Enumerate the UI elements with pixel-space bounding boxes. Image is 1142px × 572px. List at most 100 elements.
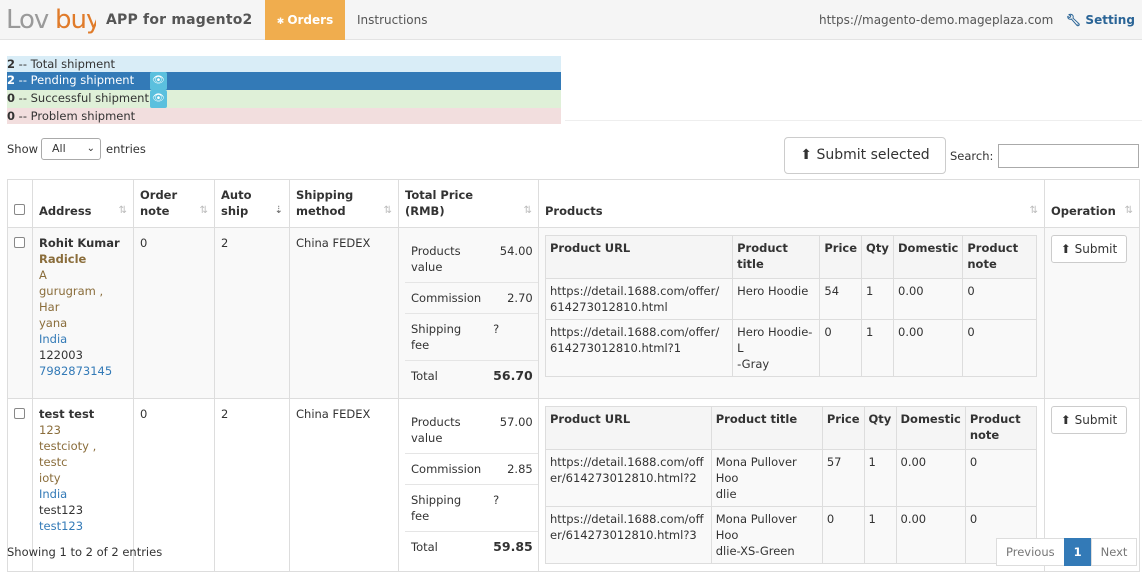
product-url[interactable]: https://detail.1688.com/offer/6142730128… [544, 319, 734, 377]
country: India [39, 332, 68, 346]
sort-desc-icon: ⇣ [274, 205, 283, 216]
sort-icon: ⇅ [1029, 205, 1038, 216]
city-region: gurugram , Har [39, 284, 104, 314]
submit-selected-button[interactable]: ⬆︎ Submit selected [784, 137, 946, 174]
previous-page-button[interactable]: Previous [996, 538, 1065, 566]
products-value-label: Products value [411, 244, 461, 274]
city-region-cont: ioty [39, 471, 61, 485]
select-all-checkbox[interactable] [14, 204, 25, 215]
total-value: 59.85 [487, 531, 539, 562]
product-note-header: Product note [964, 406, 1038, 450]
products-header-label: Products [545, 204, 603, 218]
customer-name: Rohit Kumar [39, 236, 120, 250]
product-price: 57 [821, 449, 865, 507]
upload-icon: ⬆︎ [1060, 242, 1071, 256]
row-checkbox[interactable] [14, 237, 25, 248]
order-note-cell: 0 [133, 227, 215, 399]
product-qty: 1 [861, 319, 895, 377]
row-submit-button[interactable]: ⬆︎ Submit [1051, 406, 1127, 434]
commission-value: 2.85 [487, 453, 539, 485]
setting-link[interactable]: 🔧︎ Setting [1066, 13, 1135, 27]
orders-table: Address ⇅ Order note ⇅ Auto ship ⇣ Shipping me… [7, 179, 1140, 572]
total-price-cell: Products value 54.00 Commission 2.70 Shippi… [398, 227, 539, 399]
products-value: 57.00 [499, 415, 533, 429]
order-note-header-line2: note [140, 204, 170, 218]
product-url-header: Product URL [545, 406, 712, 450]
pending-shipment-filter[interactable]: 2 -- Pending shipment 👁︎ [7, 72, 561, 90]
products-subtable: Product URL Product title Price Qty Dome… [544, 235, 1037, 377]
row-checkbox[interactable] [14, 408, 25, 419]
products-cell: Product URL Product title Price Qty Dome… [538, 398, 1045, 572]
shipping-fee-value: ? [487, 484, 539, 532]
sort-icon: ⇅ [199, 205, 208, 216]
problem-shipment-filter[interactable]: 0 -- Problem shipment [7, 108, 561, 124]
eye-icon[interactable]: 👁︎ [150, 72, 167, 90]
problem-label: -- Problem shipment [15, 109, 136, 123]
table-header-row: Address ⇅ Order note ⇅ Auto ship ⇣ Shipping me… [7, 179, 1140, 228]
address-header-label: Address [39, 204, 92, 218]
successful-shipment-filter[interactable]: 0 -- Successful shipment 👁︎ [7, 90, 561, 108]
lovbuy-logo[interactable]: Lov buy [6, 4, 96, 34]
product-title-header: Product title [710, 406, 823, 450]
auto-ship-header[interactable]: Auto ship ⇣ [214, 179, 290, 228]
domestic-header: Domestic [893, 235, 964, 279]
show-label: Show [7, 142, 39, 156]
row-submit-label: Submit [1074, 242, 1118, 256]
total-price-cell: Products value 57.00 Commission 2.85 Shippi… [398, 398, 539, 572]
upload-icon: ⬆︎ [800, 147, 813, 163]
success-label: -- Successful shipment [15, 91, 149, 105]
search-input[interactable] [998, 144, 1139, 168]
customer-name-line2: Radicle [39, 252, 87, 266]
total-shipment-filter[interactable]: 2 -- Total shipment [7, 56, 561, 72]
entries-select-value: All [52, 142, 66, 155]
products-subtable: Product URL Product title Price Qty Dome… [545, 406, 1038, 564]
product-url[interactable]: https://detail.1688.com/offer/6142730128… [545, 506, 712, 564]
auto-ship-header-line2: ship [221, 204, 249, 218]
pending-label: -- Pending shipment [15, 73, 135, 87]
product-domestic: 0.00 [893, 278, 964, 320]
row-submit-button[interactable]: ⬆︎ Submit [1051, 235, 1127, 263]
svg-text:Lov: Lov [6, 5, 49, 34]
product-title: Hero Hoodie-L -Gray [732, 319, 821, 377]
product-url[interactable]: https://detail.1688.com/offer/6142730128… [544, 278, 734, 320]
nav-instructions-tab[interactable]: Instructions [357, 13, 427, 27]
product-url[interactable]: https://detail.1688.com/offer/6142730128… [545, 449, 712, 507]
products-value: 54.00 [499, 244, 533, 258]
product-title-header: Product title [732, 235, 821, 279]
operation-header[interactable]: Operation ⇅ [1044, 179, 1140, 228]
total-count: 2 [7, 57, 16, 71]
nav-orders-tab[interactable]: ✱ Orders [265, 0, 345, 40]
search-label: Search: [950, 149, 994, 163]
zip-code: 122003 [39, 348, 83, 362]
row-submit-label: Submit [1074, 413, 1118, 427]
total-price-header[interactable]: Total Price (RMB) ⇅ [398, 179, 539, 228]
entries-select[interactable]: All ⌄ [41, 138, 101, 160]
sort-icon: ⇅ [383, 205, 392, 216]
shipping-header-line2: method [296, 204, 346, 218]
address-cell: Rohit Kumar Radicle A gurugram , Har yan… [32, 227, 134, 399]
shipping-method-header[interactable]: Shipping method ⇅ [289, 179, 399, 228]
product-qty: 1 [861, 278, 895, 320]
total-header-line2: (RMB) [405, 204, 445, 218]
products-value-label: Products value [411, 415, 461, 445]
next-page-button[interactable]: Next [1090, 538, 1138, 566]
site-url-link[interactable]: https://magento-demo.mageplaza.com [819, 13, 1053, 27]
product-domestic: 0.00 [895, 506, 966, 564]
order-note-header[interactable]: Order note ⇅ [133, 179, 215, 228]
products-subtable-header: Product URL Product title Price Qty Dome… [545, 406, 1038, 450]
qty-header: Qty [863, 406, 897, 450]
total-label: Total [405, 360, 488, 391]
divider [565, 120, 1142, 121]
page-1-button[interactable]: 1 [1063, 538, 1092, 566]
products-subtable-header: Product URL Product title Price Qty Dome… [544, 235, 1037, 279]
sort-icon: ⇅ [523, 205, 532, 216]
address-header[interactable]: Address ⇅ [32, 179, 134, 228]
total-value: 56.70 [487, 360, 539, 391]
customer-name: test test [39, 407, 95, 421]
eye-icon[interactable]: 👁︎ [150, 90, 167, 108]
products-header[interactable]: Products ⇅ [538, 179, 1045, 228]
auto-ship-cell: 2 [214, 227, 290, 399]
product-note: 0 [962, 278, 1037, 320]
price-breakdown: Products value 57.00 Commission 2.85 Shippi… [405, 407, 539, 562]
country: India [39, 487, 68, 501]
